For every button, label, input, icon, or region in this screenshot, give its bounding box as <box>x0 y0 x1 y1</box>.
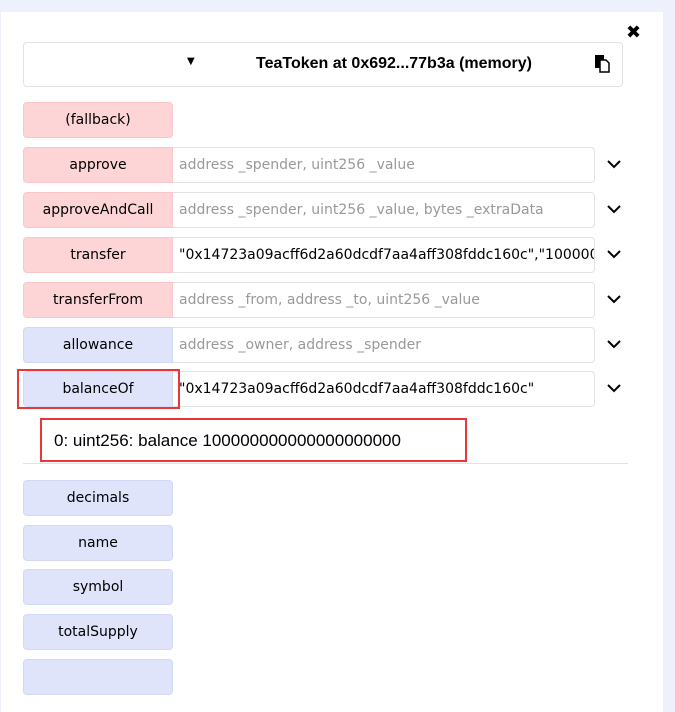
function-row-fallback: (fallback) <box>23 102 623 138</box>
allowance-args-input[interactable]: address _owner, address _spender <box>173 327 595 363</box>
allowance-button[interactable]: allowance <box>23 327 173 363</box>
contract-title: TeaToken at 0x692...77b3a (memory) <box>256 55 532 72</box>
balanceOf-args-value: "0x14723a09acff6d2a60dcdf7aa4aff308fddc1… <box>179 381 535 397</box>
fallback-button[interactable]: (fallback) <box>23 102 173 138</box>
balanceof-highlight <box>17 369 180 409</box>
function-row-transferFrom: transferFrom address _from, address _to,… <box>23 282 623 318</box>
function-row-allowance: allowance address _owner, address _spend… <box>23 327 623 363</box>
function-row-approveAndCall: approveAndCall address _spender, uint256… <box>23 192 623 228</box>
divider <box>23 463 628 464</box>
approveAndCall-button[interactable]: approveAndCall <box>23 192 173 228</box>
getter-button[interactable] <box>23 659 173 695</box>
chevron-down-icon[interactable] <box>605 290 623 308</box>
transfer-args-value: "0x14723a09acff6d2a60dcdf7aa4aff308fddc1… <box>179 247 594 263</box>
function-row-transfer: transfer "0x14723a09acff6d2a60dcdf7aa4af… <box>23 237 623 273</box>
transferFrom-button[interactable]: transferFrom <box>23 282 173 318</box>
name-button[interactable]: name <box>23 525 173 561</box>
contract-header[interactable]: ▼ TeaToken at 0x692...77b3a (memory) <box>23 42 623 87</box>
approve-args-input[interactable]: address _spender, uint256 _value <box>173 147 595 183</box>
approve-args-placeholder: address _spender, uint256 _value <box>179 157 415 173</box>
getter-row: totalSupply <box>23 614 623 650</box>
transferFrom-args-input[interactable]: address _from, address _to, uint256 _val… <box>173 282 595 318</box>
copy-icon[interactable] <box>594 55 610 73</box>
totalSupply-button[interactable]: totalSupply <box>23 614 173 650</box>
transfer-args-input[interactable]: "0x14723a09acff6d2a60dcdf7aa4aff308fddc1… <box>173 237 595 273</box>
getter-row <box>23 659 623 695</box>
allowance-args-placeholder: address _owner, address _spender <box>179 337 421 353</box>
call-result: 0: uint256: balance 10000000000000000000… <box>54 431 401 450</box>
chevron-down-icon[interactable] <box>605 335 623 353</box>
getter-row: name <box>23 525 623 561</box>
function-row-approve: approve address _spender, uint256 _value <box>23 147 623 183</box>
approveAndCall-args-input[interactable]: address _spender, uint256 _value, bytes … <box>173 192 595 228</box>
chevron-down-icon[interactable] <box>605 379 623 397</box>
transferFrom-args-placeholder: address _from, address _to, uint256 _val… <box>179 292 480 308</box>
chevron-down-icon[interactable] <box>605 245 623 263</box>
approveAndCall-args-placeholder: address _spender, uint256 _value, bytes … <box>179 202 544 218</box>
approve-button[interactable]: approve <box>23 147 173 183</box>
decimals-button[interactable]: decimals <box>23 480 173 516</box>
chevron-down-icon[interactable] <box>605 200 623 218</box>
getter-row: symbol <box>23 569 623 605</box>
transfer-button[interactable]: transfer <box>23 237 173 273</box>
chevron-down-icon[interactable] <box>605 155 623 173</box>
close-icon[interactable]: ✖ <box>626 22 641 43</box>
caret-down-icon[interactable]: ▼ <box>187 56 195 67</box>
getter-row: decimals <box>23 480 623 516</box>
symbol-button[interactable]: symbol <box>23 569 173 605</box>
balanceOf-args-input[interactable]: "0x14723a09acff6d2a60dcdf7aa4aff308fddc1… <box>173 371 595 407</box>
